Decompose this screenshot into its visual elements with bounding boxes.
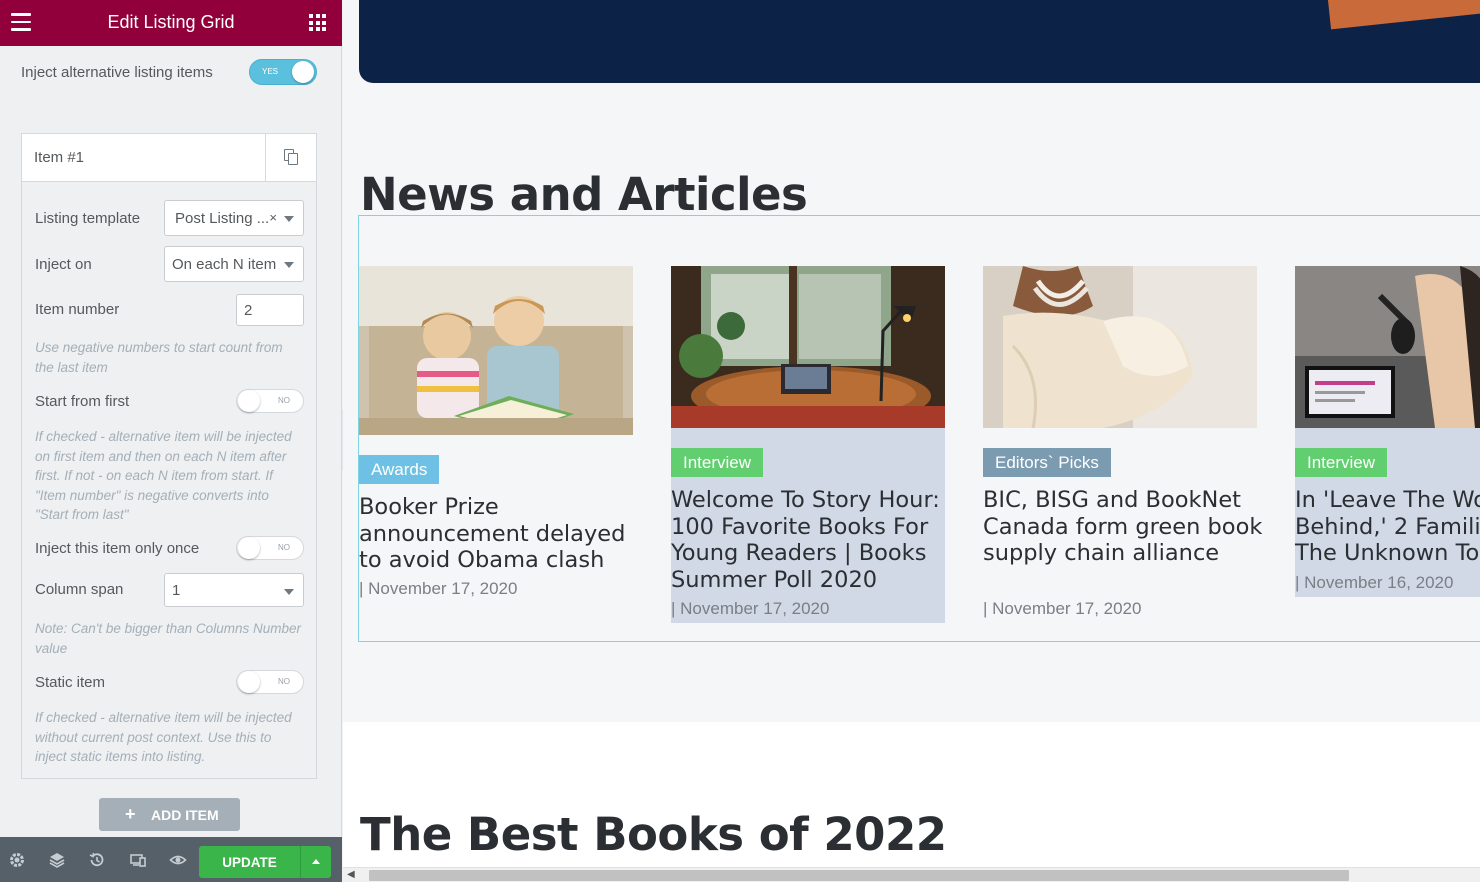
card-category-badge[interactable]: Interview [1295, 448, 1388, 477]
panel-title: Edit Listing Grid [107, 12, 235, 32]
update-label: UPDATE [222, 855, 277, 870]
chevron-down-icon [284, 589, 294, 595]
card-category-badge[interactable]: Awards [359, 455, 440, 484]
clear-icon[interactable]: × [269, 210, 277, 225]
start-from-first-label: Start from first [35, 393, 130, 410]
card-date: | November 17, 2020 [983, 599, 1142, 618]
static-item-label: Static item [35, 674, 106, 691]
start-from-first-toggle[interactable]: NO [236, 389, 304, 413]
card-image [359, 266, 633, 435]
hero-decoration [1327, 0, 1480, 30]
listing-card[interactable]: Editors` Picks BIC, BISG and BookNet Can… [983, 266, 1262, 623]
card-title[interactable]: Welcome To Story Hour: 100 Favorite Book… [671, 487, 951, 593]
scroll-left-icon[interactable]: ◀ [347, 869, 355, 880]
chevron-down-icon [284, 262, 294, 268]
inject-on-label: Inject on [35, 256, 92, 273]
card-category-badge[interactable]: Interview [671, 448, 764, 477]
listing-card[interactable]: Interview Welcome To Story Hour: 100 Fav… [671, 266, 945, 623]
card-date: | November 17, 2020 [671, 599, 830, 618]
add-item-button[interactable]: + ADD ITEM [99, 798, 240, 831]
hero-banner [359, 0, 1480, 83]
toggle-knob [238, 390, 260, 412]
inject-alt-label: Inject alternative listing items [21, 64, 213, 81]
listing-card[interactable]: Awards Booker Prize announcement delayed… [359, 266, 633, 606]
inject-once-toggle-label: NO [278, 543, 290, 552]
card-date: | November 16, 2020 [1295, 573, 1454, 592]
inject-alt-toggle-label: YES [262, 67, 279, 76]
section-title-news: News and Articles [360, 168, 808, 221]
repeater-item: Item #1 Listing template Post Listing ..… [21, 133, 317, 779]
update-options-button[interactable] [300, 846, 331, 878]
duplicate-icon[interactable] [265, 134, 316, 181]
toggle-knob [238, 537, 260, 559]
chevron-down-icon [284, 216, 294, 222]
listing-card[interactable]: Interview In 'Leave The World Behind,' 2… [1295, 266, 1480, 597]
repeater-item-header[interactable]: Item #1 [22, 134, 316, 182]
start-from-first-hint: If checked - alternative item will be in… [35, 429, 292, 522]
plus-icon: + [125, 804, 136, 824]
item-number-label: Item number [35, 301, 120, 318]
panel-header: Edit Listing Grid [0, 0, 342, 46]
books-section: The Best Books of 2022 [343, 722, 1480, 882]
card-title[interactable]: In 'Leave The World Behind,' 2 Families … [1295, 487, 1480, 567]
static-item-toggle[interactable]: NO [236, 670, 304, 694]
listing-template-select[interactable]: Post Listing ... × [164, 200, 304, 236]
card-image [983, 266, 1257, 428]
apps-grid-icon[interactable] [309, 14, 326, 31]
page-preview: News and Articles Awards Booker Prize an… [343, 0, 1480, 882]
section-title-books: The Best Books of 2022 [360, 808, 947, 861]
inject-once-label: Inject this item only once [35, 540, 200, 557]
column-span-hint: Note: Can't be bigger than Columns Numbe… [35, 621, 301, 656]
history-icon[interactable] [88, 851, 106, 869]
item-number-input[interactable] [236, 294, 304, 326]
column-span-value: 1 [172, 582, 181, 599]
item-number-hint: Use negative numbers to start count from… [35, 340, 283, 375]
static-item-toggle-label: NO [278, 677, 290, 686]
static-item-hint: If checked - alternative item will be in… [35, 710, 292, 764]
editor-panel: Edit Listing Grid Inject alternative lis… [0, 0, 342, 882]
app-window: Edit Listing Grid Inject alternative lis… [0, 0, 1480, 882]
inject-on-value: On each N item [172, 256, 277, 273]
chevron-up-icon [312, 859, 320, 864]
column-span-label: Column span [35, 581, 124, 598]
card-title[interactable]: Booker Prize announcement delayed to avo… [359, 494, 639, 574]
horizontal-scrollbar[interactable]: ◀ [343, 867, 1480, 882]
card-title[interactable]: BIC, BISG and BookNet Canada form green … [983, 487, 1263, 567]
listing-template-label: Listing template [35, 210, 141, 227]
card-date: | November 17, 2020 [359, 579, 518, 598]
responsive-icon[interactable] [129, 851, 147, 869]
start-from-first-toggle-label: NO [278, 396, 290, 405]
column-span-select[interactable]: 1 [164, 573, 304, 607]
settings-gear-icon[interactable] [8, 851, 26, 869]
card-image [1295, 266, 1480, 428]
card-image [671, 266, 945, 428]
add-item-label: ADD ITEM [151, 807, 219, 823]
update-button[interactable]: UPDATE [199, 846, 300, 878]
preview-eye-icon[interactable] [169, 851, 187, 869]
scrollbar-thumb[interactable] [369, 870, 1349, 881]
item-number-field[interactable] [237, 295, 303, 325]
repeater-item-title: Item #1 [34, 149, 85, 166]
layers-icon[interactable] [48, 851, 66, 869]
toggle-knob [238, 671, 260, 693]
inject-alt-toggle[interactable]: YES [249, 59, 317, 85]
inject-on-select[interactable]: On each N item [164, 246, 304, 282]
toggle-knob [292, 61, 314, 83]
inject-once-toggle[interactable]: NO [236, 536, 304, 560]
listing-template-value: Post Listing ... [175, 210, 270, 227]
card-category-badge[interactable]: Editors` Picks [983, 448, 1111, 477]
